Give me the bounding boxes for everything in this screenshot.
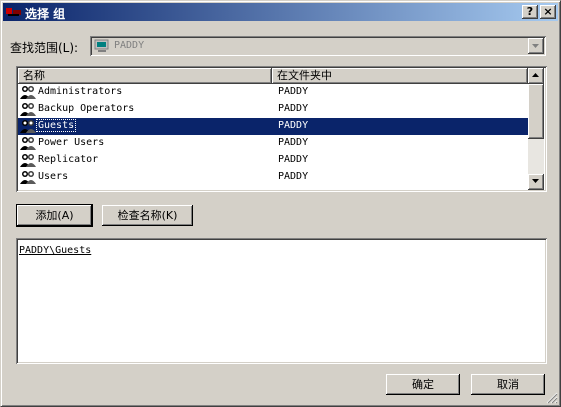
arrow-down-icon — [532, 179, 539, 183]
list-item[interactable]: Guests PADDY — [18, 118, 528, 135]
item-name: Guests — [35, 119, 77, 132]
item-name: Administrators — [38, 86, 123, 97]
title-bar[interactable]: 选择 组 ? × — [3, 3, 558, 21]
list-rows: Administrators PADDY Backup Operators PADDY… — [18, 84, 528, 190]
look-in-dropdown[interactable]: PADDY — [90, 36, 546, 56]
list-item[interactable]: Power Users PADDY — [18, 135, 528, 152]
group-list[interactable]: 名称 在文件夹中 Administrators PADDY Backup Opera… — [16, 66, 547, 192]
group-icon — [20, 86, 36, 99]
item-name: Power Users — [38, 137, 105, 148]
list-item[interactable]: Backup Operators PADDY — [18, 101, 528, 118]
look-in-label: 查找范围(L): — [10, 41, 79, 55]
item-folder: PADDY — [278, 154, 309, 165]
scroll-thumb[interactable] — [528, 84, 544, 139]
group-icon — [20, 137, 36, 150]
item-folder: PADDY — [278, 120, 309, 131]
look-in-value: PADDY — [114, 40, 145, 51]
item-name: Replicator — [38, 154, 99, 165]
selected-item-text: PADDY\Guests — [19, 245, 92, 256]
select-group-dialog: 选择 组 ? × 查找范围(L): PADDY 名称 在文件夹中 Adminis… — [0, 0, 561, 407]
chevron-down-icon — [532, 44, 539, 48]
scroll-up-button[interactable] — [528, 68, 544, 84]
group-icon — [20, 103, 36, 116]
window-title: 选择 组 — [25, 7, 66, 21]
check-names-button[interactable]: 检查名称(K) — [102, 205, 193, 226]
arrow-up-icon — [532, 73, 539, 77]
cancel-button[interactable]: 取消 — [471, 374, 545, 395]
vertical-scrollbar[interactable] — [528, 68, 544, 190]
help-button[interactable]: ? — [522, 5, 538, 19]
computer-icon — [94, 39, 109, 52]
app-icon — [6, 8, 21, 16]
group-icon — [20, 120, 36, 133]
close-button[interactable]: × — [540, 5, 556, 19]
group-icon — [20, 171, 36, 184]
resize-grip-icon[interactable] — [546, 392, 558, 404]
item-name: Backup Operators — [38, 103, 135, 114]
list-item[interactable]: Users PADDY — [18, 169, 528, 186]
item-folder: PADDY — [278, 103, 309, 114]
column-header-folder[interactable]: 在文件夹中 — [272, 68, 528, 84]
column-header-name[interactable]: 名称 — [18, 68, 272, 84]
dropdown-arrow-button[interactable] — [528, 38, 544, 54]
item-folder: PADDY — [278, 137, 309, 148]
ok-button[interactable]: 确定 — [386, 374, 460, 395]
selected-items-box[interactable]: PADDY\Guests — [16, 238, 547, 364]
group-icon — [20, 154, 36, 167]
item-folder: PADDY — [278, 86, 309, 97]
item-folder: PADDY — [278, 171, 309, 182]
list-item[interactable]: Administrators PADDY — [18, 84, 528, 101]
add-button[interactable]: 添加(A) — [16, 204, 93, 227]
item-name: Users — [38, 171, 69, 182]
list-item[interactable]: Replicator PADDY — [18, 152, 528, 169]
scroll-down-button[interactable] — [528, 174, 544, 190]
